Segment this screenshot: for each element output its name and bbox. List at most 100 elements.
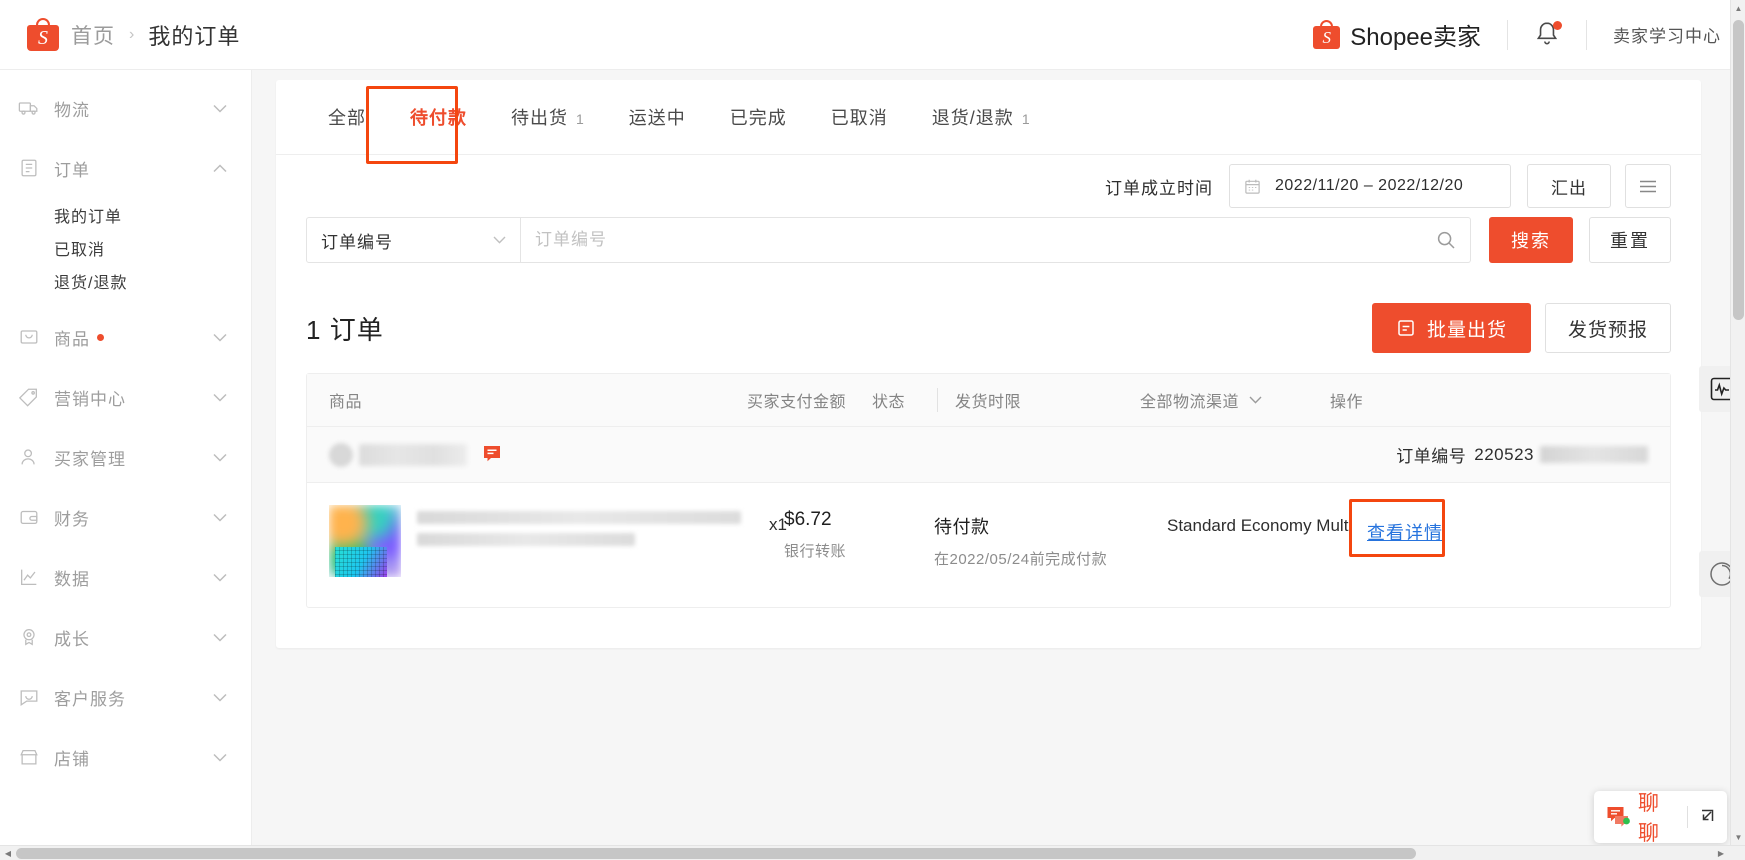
chevron-down-icon bbox=[213, 633, 227, 642]
paid-amount-cell: $6.72 银行转账 bbox=[784, 505, 934, 561]
action-cell: 查看详情 bbox=[1349, 499, 1648, 557]
shop-name-redacted bbox=[359, 443, 467, 466]
sidebar-item-customer-service[interactable]: 客户服务 bbox=[0, 667, 251, 727]
notification-bell-button[interactable] bbox=[1534, 20, 1562, 50]
chevron-down-icon bbox=[213, 333, 227, 342]
column-header-logistics-channel[interactable]: 全部物流渠道 bbox=[1140, 388, 1330, 412]
search-button-label: 搜索 bbox=[1511, 231, 1551, 251]
tab-label: 已取消 bbox=[830, 108, 888, 128]
sidebar-item-label: 成长 bbox=[54, 629, 90, 649]
sidebar-subitem-returns-refunds[interactable]: 退货/退款 bbox=[0, 264, 251, 297]
tab-completed[interactable]: 已完成 bbox=[708, 104, 809, 130]
sidebar-item-finance[interactable]: 财务 bbox=[0, 487, 251, 547]
chevron-down-icon bbox=[213, 453, 227, 462]
column-header-paid-amount: 买家支付金额 bbox=[747, 394, 847, 411]
chevron-down-icon bbox=[213, 753, 227, 762]
product-thumbnail[interactable] bbox=[329, 505, 401, 577]
logistics-channel-label: 全部物流渠道 bbox=[1140, 394, 1240, 411]
sidebar-item-label: 物流 bbox=[54, 100, 90, 120]
chevron-down-icon bbox=[213, 573, 227, 582]
seller-learning-center-link[interactable]: 卖家学习中心 bbox=[1613, 22, 1721, 47]
chat-widget[interactable]: 聊聊 bbox=[1594, 791, 1727, 845]
column-header-ship-deadline: 发货时限 bbox=[955, 394, 1022, 411]
sidebar-item-products[interactable]: 商品 bbox=[0, 307, 251, 367]
chat-icon[interactable] bbox=[481, 443, 505, 467]
tab-all[interactable]: 全部 bbox=[306, 104, 388, 130]
logistics-channel-cell: Standard Economy Multi bbox=[1167, 516, 1353, 535]
tab-label: 待付款 bbox=[410, 108, 467, 128]
horizontal-scrollbar-thumb[interactable] bbox=[16, 848, 1416, 859]
sidebar-item-buyer-management[interactable]: 买家管理 bbox=[0, 427, 251, 487]
tab-cancelled[interactable]: 已取消 bbox=[809, 104, 910, 130]
tab-unpaid[interactable]: 待付款 bbox=[388, 104, 489, 130]
wallet-icon bbox=[18, 506, 40, 528]
sidebar-subitem-label: 已取消 bbox=[54, 241, 106, 259]
header-right-cluster: S Shopee卖家 卖家学习中心 bbox=[1313, 0, 1745, 69]
sidebar-item-data[interactable]: 数据 bbox=[0, 547, 251, 607]
sidebar-item-growth[interactable]: 成长 bbox=[0, 607, 251, 667]
sidebar-item-label: 数据 bbox=[54, 569, 90, 589]
sidebar-item-shop[interactable]: 店铺 bbox=[0, 727, 251, 787]
vertical-scrollbar-thumb[interactable] bbox=[1733, 20, 1744, 320]
reset-button[interactable]: 重置 bbox=[1589, 217, 1671, 263]
chevron-down-icon bbox=[213, 104, 227, 113]
column-header-action: 操作 bbox=[1330, 394, 1364, 411]
table-row: x1 $6.72 银行转账 待付款 在2022/05/24前完成付款 Stand… bbox=[307, 482, 1670, 607]
hamburger-icon bbox=[1639, 180, 1657, 193]
tab-returns-refunds[interactable]: 退货/退款 1 bbox=[910, 104, 1053, 130]
sidebar-item-label: 财务 bbox=[54, 509, 90, 529]
sidebar-item-marketing[interactable]: 营销中心 bbox=[0, 367, 251, 427]
column-header-status: 状态 bbox=[872, 394, 906, 411]
chat-bubble-icon bbox=[18, 686, 40, 708]
column-divider bbox=[937, 388, 938, 412]
sidebar-subitem-label: 退货/退款 bbox=[54, 274, 128, 292]
vertical-scrollbar[interactable]: ▲ ▼ bbox=[1730, 0, 1745, 845]
date-range-picker[interactable]: 2022/11/20 – 2022/12/20 bbox=[1229, 164, 1511, 208]
tab-to-ship[interactable]: 待出货 1 bbox=[489, 104, 607, 130]
chevron-up-icon bbox=[213, 163, 227, 173]
breadcrumb-home[interactable]: 首页 bbox=[71, 20, 115, 50]
search-button[interactable]: 搜索 bbox=[1489, 217, 1573, 263]
sidebar-subitem-label: 我的订单 bbox=[54, 208, 123, 226]
orders-count-text: 1 订单 bbox=[306, 310, 384, 347]
shopee-seller-logo[interactable]: S Shopee卖家 bbox=[1313, 17, 1481, 52]
breadcrumb: S 首页 › 我的订单 bbox=[0, 18, 240, 51]
notification-unread-dot bbox=[1553, 20, 1562, 30]
search-input-wrapper[interactable] bbox=[521, 217, 1471, 263]
view-details-link[interactable]: 查看详情 bbox=[1357, 511, 1453, 553]
scroll-right-arrow-icon[interactable]: ▶ bbox=[1713, 846, 1729, 860]
sidebar-item-logistics[interactable]: 物流 bbox=[0, 78, 251, 138]
tab-label: 已完成 bbox=[729, 108, 787, 128]
tab-label: 待出货 bbox=[511, 108, 568, 128]
list-options-button[interactable] bbox=[1625, 164, 1671, 208]
search-input[interactable] bbox=[535, 230, 1436, 250]
search-field-selector[interactable]: 订单编号 bbox=[306, 217, 521, 263]
bulk-ship-button[interactable]: 批量出货 bbox=[1371, 303, 1531, 353]
orders-actions: 批量出货 发货预报 bbox=[1371, 303, 1671, 353]
scroll-left-arrow-icon[interactable]: ◀ bbox=[0, 846, 16, 860]
shipping-forecast-button[interactable]: 发货预报 bbox=[1544, 303, 1671, 353]
sidebar-subitem-my-orders[interactable]: 我的订单 bbox=[0, 198, 251, 231]
scroll-up-arrow-icon[interactable]: ▲ bbox=[1731, 0, 1745, 16]
tab-shipping[interactable]: 运送中 bbox=[607, 104, 708, 130]
scroll-down-arrow-icon[interactable]: ▼ bbox=[1731, 829, 1745, 845]
main-content: 全部 待付款 待出货 1 运送中 已完成 已取消 退货/退款 1 订单成立时间 … bbox=[252, 70, 1745, 845]
sidebar-item-label: 客户服务 bbox=[54, 689, 126, 709]
magnifier-icon[interactable] bbox=[1436, 230, 1456, 250]
tab-count: 1 bbox=[576, 111, 585, 127]
sidebar-subitem-cancelled[interactable]: 已取消 bbox=[0, 231, 251, 264]
sidebar-item-label: 店铺 bbox=[54, 749, 90, 769]
orders-card: 全部 待付款 待出货 1 运送中 已完成 已取消 退货/退款 1 订单成立时间 … bbox=[276, 80, 1701, 648]
column-header-product: 商品 bbox=[329, 394, 363, 411]
horizontal-scrollbar[interactable]: ◀ ▶ bbox=[0, 845, 1745, 860]
medal-icon bbox=[18, 626, 40, 648]
shopee-logo-letter: S bbox=[38, 27, 48, 49]
export-button[interactable]: 汇出 bbox=[1527, 164, 1611, 208]
sidebar: 物流 订单 我的订单 已取消 退货/退款 商品 营销中心 买家管理 财务 数据 … bbox=[0, 70, 252, 845]
status-deadline-note: 在2022/05/24前完成付款 bbox=[934, 551, 1108, 568]
shopee-bag-icon: S bbox=[27, 18, 59, 51]
paid-amount-value: $6.72 bbox=[784, 509, 832, 530]
sidebar-item-orders[interactable]: 订单 bbox=[0, 138, 251, 198]
expand-arrow-icon[interactable] bbox=[1697, 808, 1715, 826]
